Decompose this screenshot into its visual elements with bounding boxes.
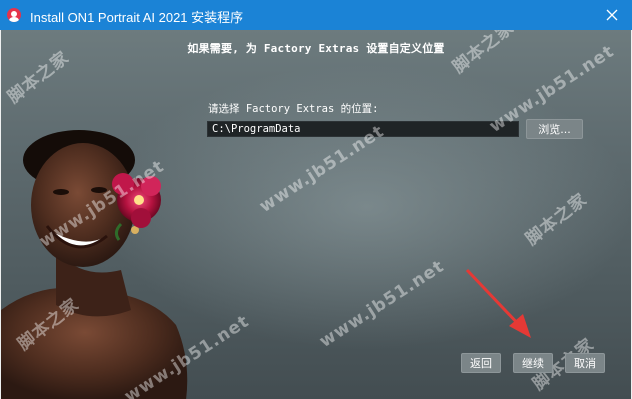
- close-button[interactable]: [592, 0, 632, 30]
- watermark-text: 脚本之家: [522, 189, 592, 250]
- location-path-input[interactable]: [207, 121, 519, 137]
- cancel-button[interactable]: 取消: [565, 353, 605, 373]
- browse-button[interactable]: 浏览...: [526, 119, 583, 139]
- close-icon: [606, 9, 618, 21]
- watermark-text: www.jb51.net: [316, 256, 448, 352]
- continue-button[interactable]: 继续: [513, 353, 553, 373]
- location-label: 请选择 Factory Extras 的位置:: [208, 103, 379, 115]
- installer-content: 如果需要, 为 Factory Extras 设置自定义位置 请选择 Facto…: [1, 30, 631, 399]
- title-bar: Install ON1 Portrait AI 2021 安装程序: [0, 0, 632, 30]
- app-user-icon: [7, 8, 21, 22]
- window-title: Install ON1 Portrait AI 2021 安装程序: [30, 10, 244, 25]
- installer-window: Install ON1 Portrait AI 2021 安装程序 如果需要, …: [0, 0, 632, 399]
- portrait-image: [1, 130, 188, 399]
- back-button[interactable]: 返回: [461, 353, 501, 373]
- page-heading: 如果需要, 为 Factory Extras 设置自定义位置: [187, 42, 445, 55]
